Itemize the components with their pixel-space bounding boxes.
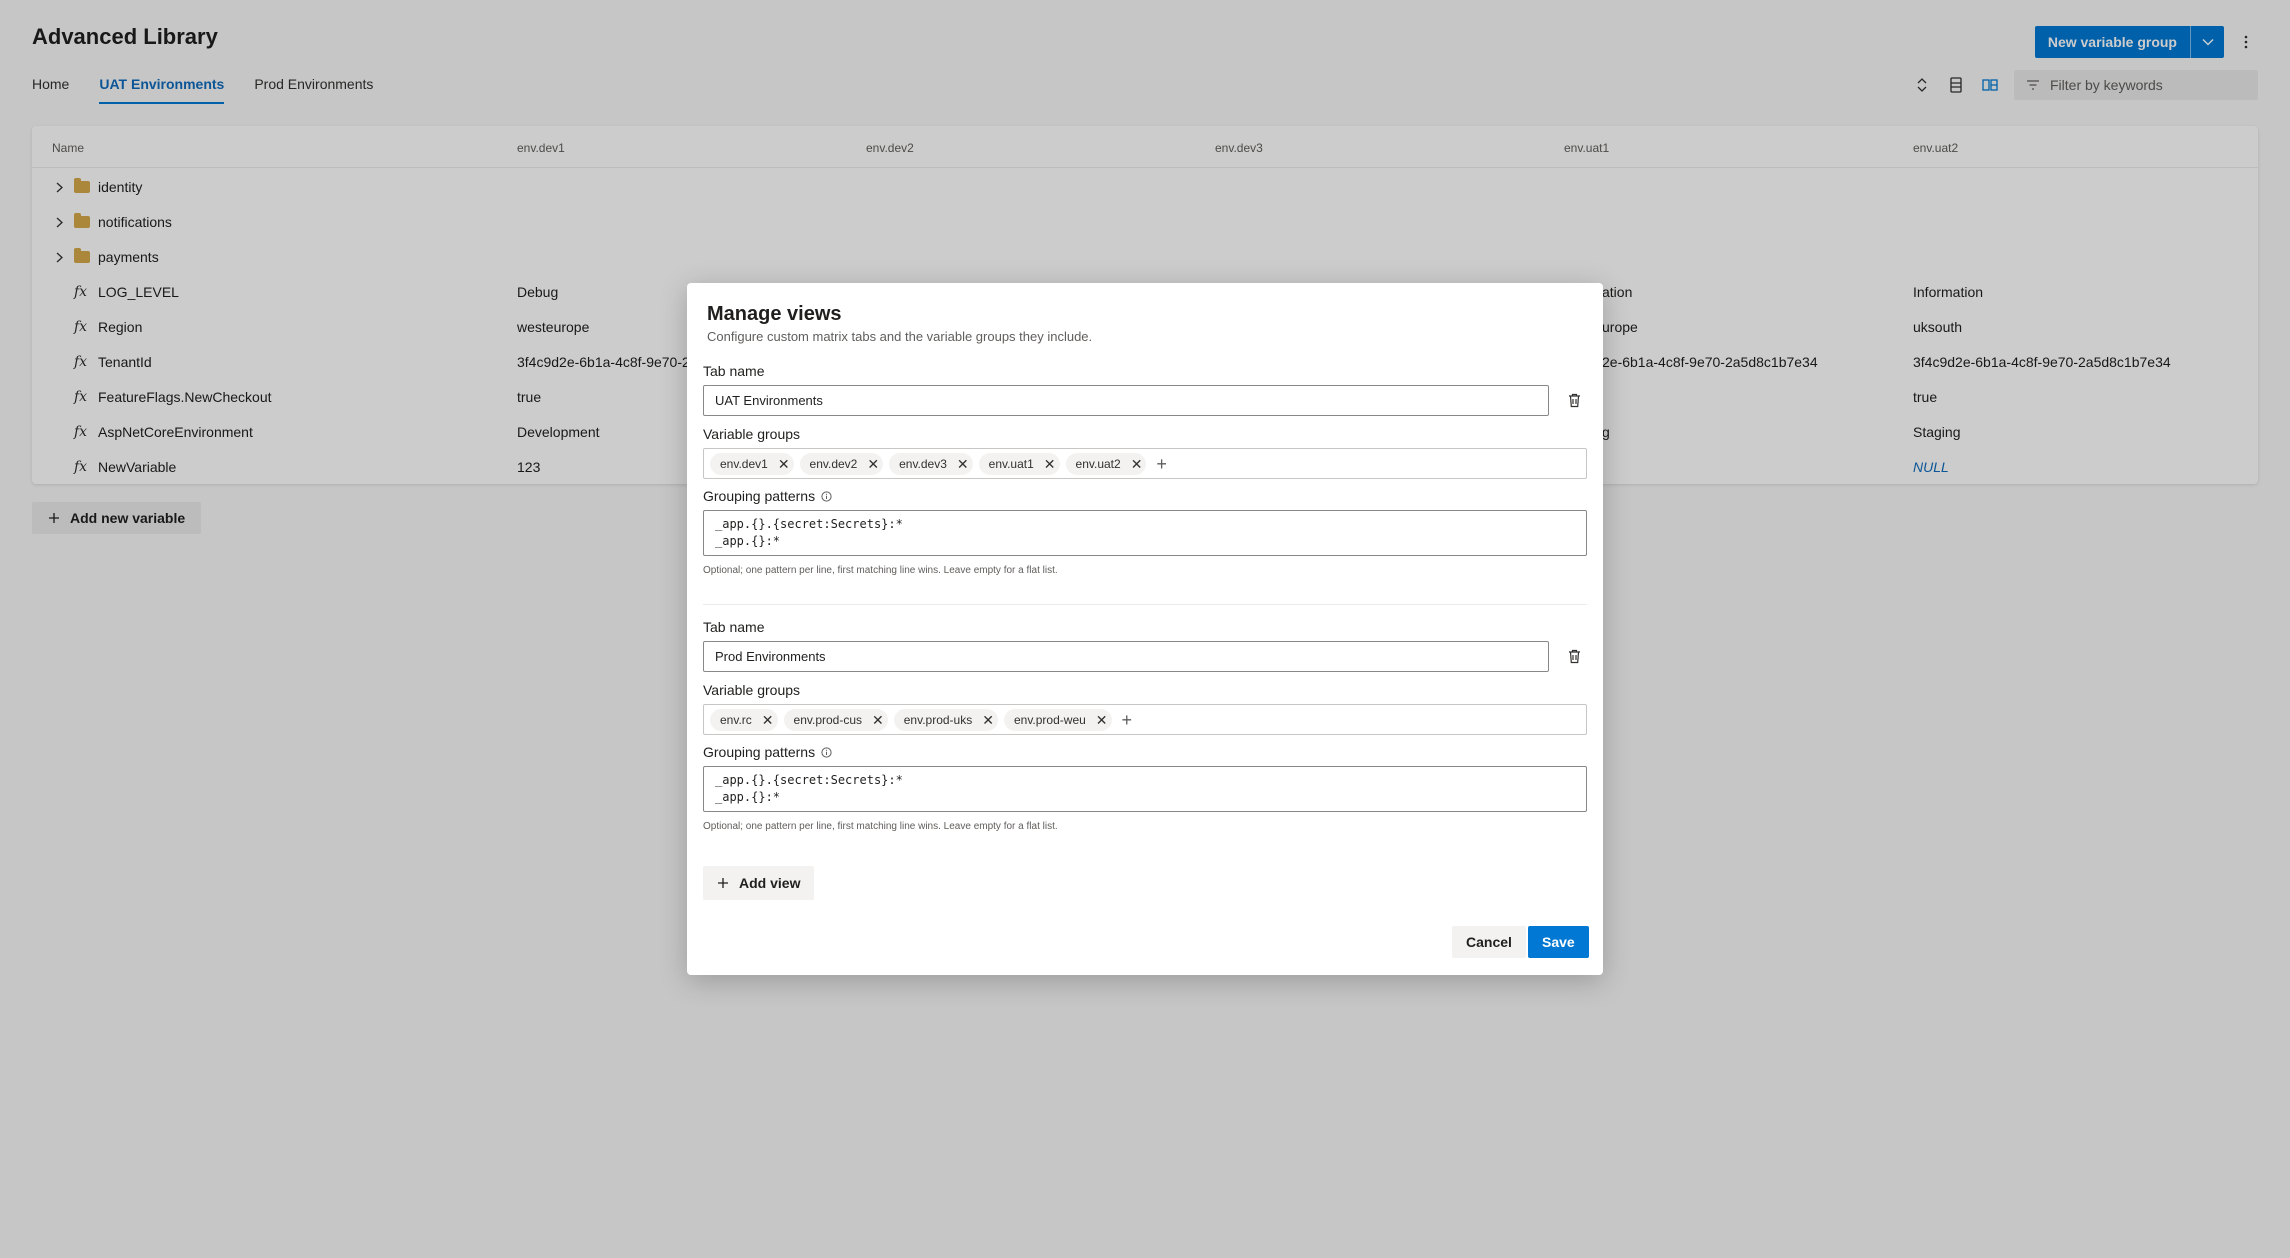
pattern-line: _app.{}.{secret:Secrets}:* <box>715 773 903 787</box>
tag-chip: env.prod-cus ✕ <box>783 708 888 731</box>
dialog-title: Manage views <box>707 303 842 325</box>
tag-label: env.prod-uks <box>903 712 973 727</box>
info-icon[interactable] <box>821 490 832 502</box>
variable-groups-tag-input[interactable]: env.dev1 ✕ env.dev2 ✕ env.dev3 ✕ env.uat1 ✕ … <box>703 448 1587 479</box>
tag-chip: env.dev2 ✕ <box>799 452 884 475</box>
tag-label: env.rc <box>720 712 752 727</box>
trash-icon[interactable] <box>1561 643 1587 669</box>
pattern-line: _app.{}.{secret:Secrets}:* <box>715 517 903 531</box>
tab-name-label: Tab name <box>703 363 765 379</box>
variable-groups-label: Variable groups <box>703 426 801 442</box>
plus-icon[interactable]: + <box>1118 711 1137 729</box>
tag-chip: env.dev3 ✕ <box>889 452 973 475</box>
trash-icon[interactable] <box>1561 387 1587 413</box>
view-divider <box>703 604 1587 605</box>
grouping-patterns-hint: Optional; one pattern per line, first ma… <box>703 821 1058 832</box>
view-editor-uat: Tab name UAT Environments Variable group… <box>703 363 1587 576</box>
grouping-patterns-textarea[interactable]: _app.{}.{secret:Secrets}:* _app.{}:* <box>703 510 1587 556</box>
manage-views-dialog: Manage views Configure custom matrix tab… <box>687 283 1603 975</box>
variable-groups-tag-input[interactable]: env.rc ✕ env.prod-cus ✕ env.prod-uks ✕ env.… <box>703 704 1587 735</box>
pattern-line: _app.{}:* <box>715 790 781 804</box>
close-icon[interactable]: ✕ <box>762 713 774 727</box>
tag-label: env.prod-weu <box>1013 712 1086 727</box>
info-icon[interactable] <box>821 746 832 758</box>
tag-label: env.prod-cus <box>793 712 863 727</box>
close-icon[interactable]: ✕ <box>1096 713 1108 727</box>
tag-chip: env.uat2 ✕ <box>1065 452 1147 475</box>
tag-chip: env.prod-uks ✕ <box>893 708 998 731</box>
tag-chip: env.rc ✕ <box>710 708 778 731</box>
tag-chip: env.dev1 ✕ <box>710 452 794 475</box>
grouping-patterns-hint: Optional; one pattern per line, first ma… <box>703 565 1058 576</box>
view-editor-prod: Tab name Prod Environments Variable grou… <box>703 619 1587 832</box>
add-view-button[interactable]: Add view <box>703 866 815 900</box>
save-button[interactable]: Save <box>1528 926 1589 958</box>
tag-chip: env.prod-weu ✕ <box>1003 708 1112 731</box>
close-icon[interactable]: ✕ <box>867 457 879 471</box>
tag-label: env.dev3 <box>899 456 947 471</box>
tab-name-label: Tab name <box>703 619 765 635</box>
grouping-patterns-label: Grouping patterns <box>703 744 816 760</box>
tag-label: env.uat1 <box>988 456 1034 471</box>
dialog-subtitle: Configure custom matrix tabs and the var… <box>707 329 1093 344</box>
tab-name-input[interactable]: UAT Environments <box>703 385 1549 416</box>
close-icon[interactable]: ✕ <box>1044 457 1056 471</box>
tag-label: env.uat2 <box>1075 456 1121 471</box>
plus-icon <box>718 878 728 888</box>
add-view-label: Add view <box>739 875 801 891</box>
grouping-patterns-label: Grouping patterns <box>703 488 816 504</box>
cancel-button[interactable]: Cancel <box>1452 926 1526 958</box>
tag-label: env.dev1 <box>720 456 768 471</box>
close-icon[interactable]: ✕ <box>1131 457 1143 471</box>
plus-icon[interactable]: + <box>1152 455 1171 473</box>
close-icon[interactable]: ✕ <box>982 713 994 727</box>
tag-chip: env.uat1 ✕ <box>978 452 1060 475</box>
grouping-patterns-textarea[interactable]: _app.{}.{secret:Secrets}:* _app.{}:* <box>703 766 1587 812</box>
close-icon[interactable]: ✕ <box>957 457 969 471</box>
tag-label: env.dev2 <box>809 456 858 471</box>
tab-name-input[interactable]: Prod Environments <box>703 641 1549 672</box>
close-icon[interactable]: ✕ <box>778 457 790 471</box>
pattern-line: _app.{}:* <box>715 534 781 548</box>
variable-groups-label: Variable groups <box>703 682 801 698</box>
close-icon[interactable]: ✕ <box>872 713 884 727</box>
